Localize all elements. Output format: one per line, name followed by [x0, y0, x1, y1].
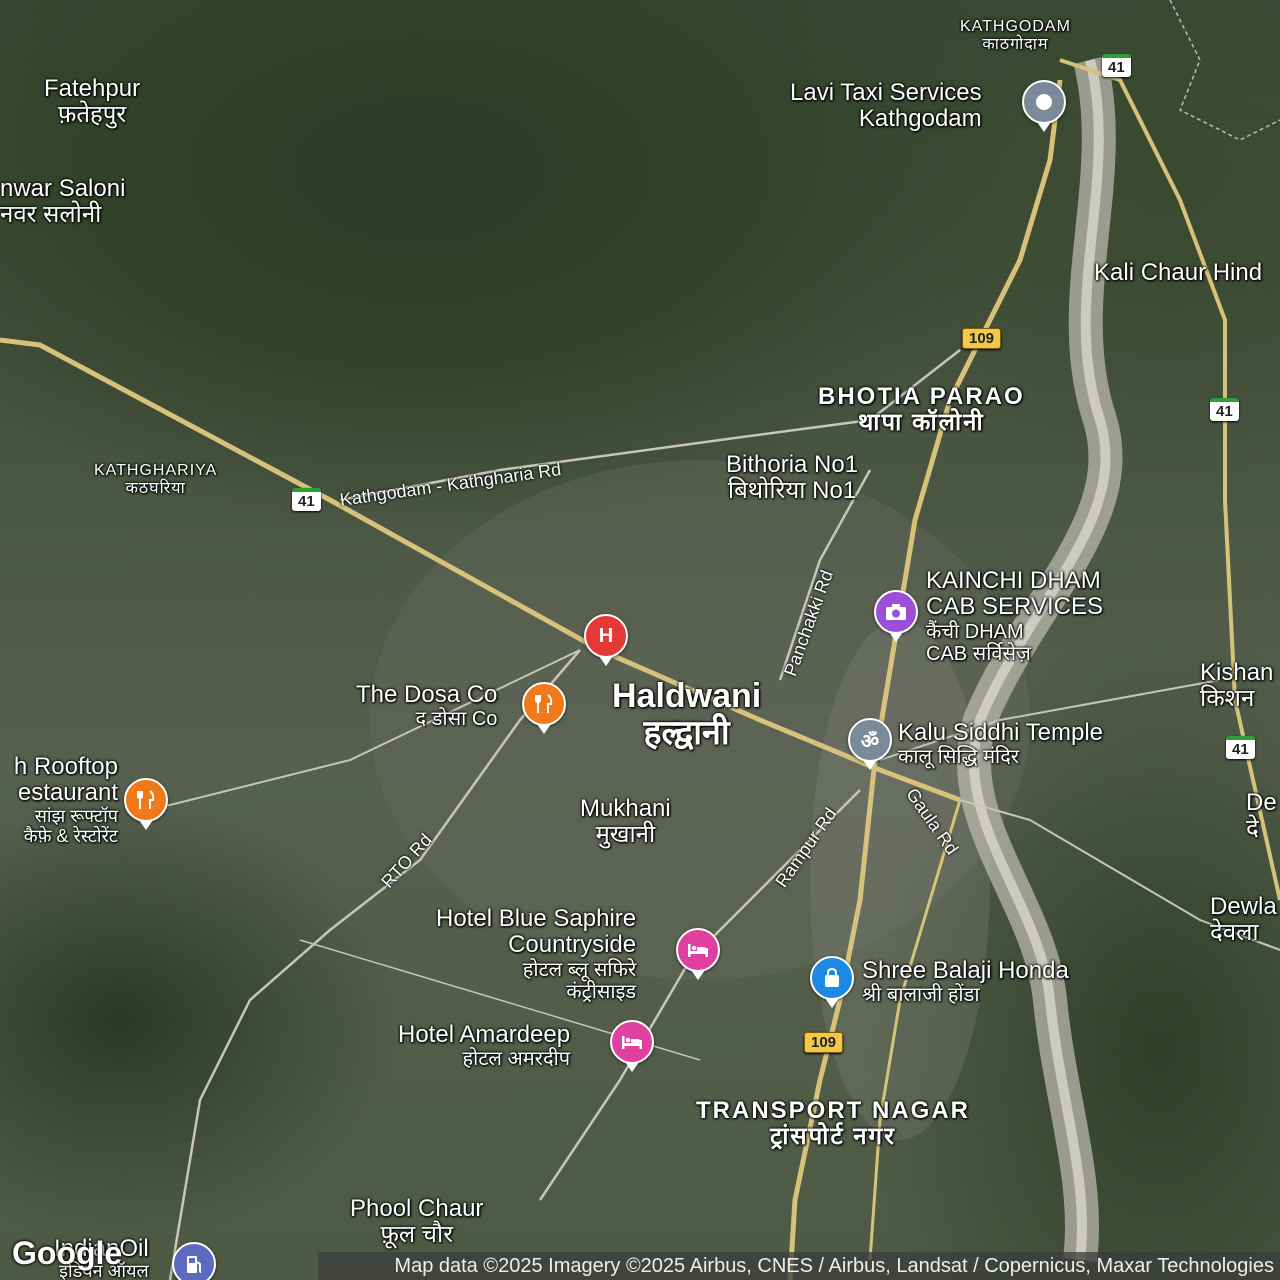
restaurant-icon[interactable] — [522, 682, 566, 734]
sh109-shield: 109 — [962, 328, 1002, 349]
place-label-kanwar-saloni: nwar Saloni नवर सलोनी — [0, 175, 126, 229]
poi-label-kalu-siddhi[interactable]: Kalu Siddhi Temple कालू सिद्धि मंदिर — [898, 719, 1103, 768]
poi-label-blue-saphire[interactable]: Hotel Blue Saphire Countryside होटल ब्लू… — [436, 905, 636, 1003]
place-label-haldwani: Haldwani हल्द्वानी — [612, 677, 762, 753]
area-label-bhotia-parao: BHOTIA PARAO थापा कॉलोनी — [818, 383, 1025, 437]
place-label-bithoria: Bithoria No1 बिथोरिया No1 — [726, 451, 859, 505]
place-label-kali-chaur: Kali Chaur Hind — [1094, 259, 1263, 286]
nh41-shield: 41 — [292, 488, 321, 511]
nh41-shield: 41 — [1226, 736, 1255, 759]
poi-label-dosa-co[interactable]: The Dosa Co द डोसा Co — [356, 681, 497, 730]
place-label-fatehpur: Fatehpur फ़तेहपुर — [44, 75, 141, 129]
hospital-icon[interactable]: H — [584, 614, 628, 666]
attribution-text: Map data ©2025 Imagery ©2025 Airbus, CNE… — [394, 1254, 1274, 1277]
restaurant-icon[interactable] — [124, 778, 168, 830]
sh109-shield: 109 — [804, 1032, 844, 1053]
nh41-shield: 41 — [1210, 398, 1239, 421]
hotel-icon[interactable] — [610, 1020, 654, 1072]
place-label-kishan: Kishan किशन — [1200, 659, 1274, 713]
nh41-shield: 41 — [1102, 54, 1131, 77]
hotel-icon[interactable] — [676, 928, 720, 980]
boundary-line — [1169, 0, 1280, 141]
satellite-map[interactable]: 41 41 41 41 109 109 Kathgodam - Kathghar… — [0, 0, 1280, 1280]
poi-label-amardeep[interactable]: Hotel Amardeep होटल अमरदीप — [398, 1021, 570, 1070]
poi-label-rooftop-restaurant[interactable]: h Rooftop estaurant सांझ रूफ्टॉप कैफ़े &… — [0, 753, 118, 846]
place-label-dewla: Dewla देवला — [1210, 893, 1277, 947]
camera-icon[interactable] — [874, 590, 918, 642]
location-pin-icon[interactable] — [1022, 80, 1066, 132]
area-label-kathgodam: KATHGODAM काठगोदाम — [960, 18, 1071, 53]
om-icon[interactable]: ॐ — [848, 718, 892, 770]
poi-label-balaji-honda[interactable]: Shree Balaji Honda श्री बालाजी होंडा — [862, 957, 1069, 1006]
area-label-kathghariya: KATHGHARIYA कठघरिया — [94, 462, 218, 497]
place-label-mukhani: Mukhani मुखानी — [580, 795, 671, 849]
fuel-icon[interactable] — [172, 1242, 216, 1280]
area-label-transport-nagar: TRANSPORT NAGAR ट्रांसपोर्ट नगर — [696, 1097, 970, 1151]
urban-area-east — [810, 620, 990, 1140]
poi-label-kainchi-dham[interactable]: KAINCHI DHAM CAB SERVICES कैंची DHAM CAB… — [926, 567, 1103, 665]
google-logo: Google — [12, 1235, 123, 1271]
shopping-bag-icon[interactable] — [810, 956, 854, 1008]
place-label-phool-chaur: Phool Chaur फ़ूल चौर — [350, 1195, 484, 1249]
place-label-de: De दे — [1246, 789, 1277, 843]
map-attribution[interactable]: Map data ©2025 Imagery ©2025 Airbus, CNE… — [318, 1252, 1280, 1280]
poi-label-lavi-taxi[interactable]: Lavi Taxi Services Kathgodam — [790, 79, 982, 133]
